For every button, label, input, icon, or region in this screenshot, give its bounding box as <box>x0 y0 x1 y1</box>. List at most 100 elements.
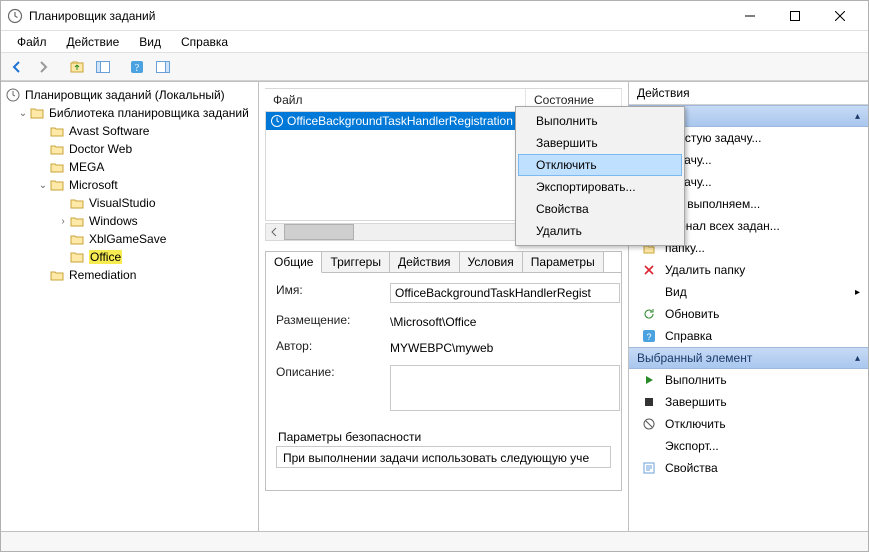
chevron-down-icon[interactable]: ⌄ <box>37 180 49 191</box>
actions-section-selected[interactable]: Выбранный элемент ▴ <box>629 347 868 369</box>
center-pane: Файл Состояние OfficeBackgroundTaskHandl… <box>259 82 629 531</box>
tree-label: Windows <box>89 214 138 228</box>
chevron-up-icon: ▴ <box>855 353 860 364</box>
column-file[interactable]: Файл <box>265 89 526 111</box>
action-properties[interactable]: Свойства <box>629 457 868 479</box>
tree-library[interactable]: ⌄ Библиотека планировщика заданий <box>3 104 256 122</box>
menu-file[interactable]: Файл <box>7 33 57 51</box>
action-run[interactable]: Выполнить <box>629 369 868 391</box>
description-label: Описание: <box>276 365 386 414</box>
tree-pane[interactable]: Планировщик заданий (Локальный) ⌄ Библио… <box>1 82 259 531</box>
context-disable[interactable]: Отключить <box>518 154 682 176</box>
folder-icon <box>69 231 85 247</box>
task-details: Общие Триггеры Действия Условия Параметр… <box>265 251 622 491</box>
tree-item-visualstudio[interactable]: VisualStudio <box>3 194 256 212</box>
details-grid: Имя: Размещение: \Microsoft\Office Автор… <box>266 273 621 424</box>
section-label: Выбранный элемент <box>637 351 855 365</box>
tab-actions[interactable]: Действия <box>390 252 460 272</box>
menu-action[interactable]: Действие <box>57 33 130 51</box>
maximize-button[interactable] <box>772 2 817 30</box>
clock-icon <box>270 114 284 128</box>
folder-icon <box>49 123 65 139</box>
tabs: Общие Триггеры Действия Условия Параметр… <box>266 252 621 273</box>
tree-item-mega[interactable]: MEGA <box>3 158 256 176</box>
tree-label: Avast Software <box>69 124 149 138</box>
folder-open-icon <box>29 105 45 121</box>
action-label: Удалить папку <box>665 263 745 277</box>
help-icon: ? <box>641 328 657 344</box>
delete-icon <box>641 262 657 278</box>
action-view[interactable]: Вид ▸ <box>629 281 868 303</box>
tab-general[interactable]: Общие <box>266 252 322 273</box>
tree-root[interactable]: Планировщик заданий (Локальный) <box>3 86 256 104</box>
statusbar <box>1 531 868 551</box>
action-delete-folder[interactable]: Удалить папку <box>629 259 868 281</box>
action-label: Выполнить <box>665 373 727 387</box>
author-label: Автор: <box>276 339 386 355</box>
window-title: Планировщик заданий <box>29 9 727 23</box>
location-value: \Microsoft\Office <box>390 313 620 329</box>
menubar: Файл Действие Вид Справка <box>1 31 868 53</box>
tree-item-microsoft[interactable]: ⌄ Microsoft <box>3 176 256 194</box>
minimize-button[interactable] <box>727 2 772 30</box>
show-hide-tree-button[interactable] <box>91 56 115 78</box>
folder-icon <box>49 141 65 157</box>
action-end[interactable]: Завершить <box>629 391 868 413</box>
action-export[interactable]: Экспорт... <box>629 435 868 457</box>
description-field[interactable] <box>390 365 620 411</box>
titlebar: Планировщик заданий <box>1 1 868 31</box>
forward-button[interactable] <box>31 56 55 78</box>
context-run[interactable]: Выполнить <box>518 110 682 132</box>
scrollbar-thumb[interactable] <box>284 224 354 240</box>
action-refresh[interactable]: Обновить <box>629 303 868 325</box>
tree-label: XblGameSave <box>89 232 166 246</box>
chevron-right-icon[interactable]: › <box>57 216 69 227</box>
context-delete[interactable]: Удалить <box>518 220 682 242</box>
run-as-text: При выполнении задачи использовать следу… <box>276 446 611 468</box>
close-button[interactable] <box>817 2 862 30</box>
tree-label: VisualStudio <box>89 196 156 210</box>
properties-icon <box>641 460 657 476</box>
action-label: Свойства <box>665 461 718 475</box>
play-icon <box>641 372 657 388</box>
action-help[interactable]: ? Справка <box>629 325 868 347</box>
chevron-down-icon[interactable]: ⌄ <box>17 108 29 119</box>
tree-item-office[interactable]: Office <box>3 248 256 266</box>
app-icon <box>7 8 23 24</box>
tab-conditions[interactable]: Условия <box>460 252 523 272</box>
action-label: Экспорт... <box>665 439 719 453</box>
clock-icon <box>5 87 21 103</box>
menu-help[interactable]: Справка <box>171 33 238 51</box>
tree-label: Планировщик заданий (Локальный) <box>25 88 225 102</box>
show-actions-button[interactable] <box>151 56 175 78</box>
folder-icon <box>49 267 65 283</box>
context-end[interactable]: Завершить <box>518 132 682 154</box>
menu-view[interactable]: Вид <box>129 33 171 51</box>
location-label: Размещение: <box>276 313 386 329</box>
action-label: Отключить <box>665 417 726 431</box>
context-properties[interactable]: Свойства <box>518 198 682 220</box>
chevron-right-icon: ▸ <box>855 287 860 298</box>
task-name: OfficeBackgroundTaskHandlerRegistration <box>287 114 513 128</box>
tree-label: MEGA <box>69 160 104 174</box>
author-value: MYWEBPC\myweb <box>390 339 620 355</box>
tree-item-xblgamesave[interactable]: XblGameSave <box>3 230 256 248</box>
back-button[interactable] <box>5 56 29 78</box>
svg-text:?: ? <box>135 63 140 74</box>
tab-triggers[interactable]: Триггеры <box>322 252 390 272</box>
tab-params[interactable]: Параметры <box>523 252 604 272</box>
name-field[interactable] <box>390 283 620 303</box>
tree-item-windows[interactable]: › Windows <box>3 212 256 230</box>
action-label: Завершить <box>665 395 727 409</box>
tree-item-avast[interactable]: Avast Software <box>3 122 256 140</box>
folder-icon <box>49 159 65 175</box>
toolbar: ? <box>1 53 868 81</box>
folder-open-icon <box>69 249 85 265</box>
tree-item-remediation[interactable]: Remediation <box>3 266 256 284</box>
help-button[interactable]: ? <box>125 56 149 78</box>
up-button[interactable] <box>65 56 89 78</box>
context-export[interactable]: Экспортировать... <box>518 176 682 198</box>
tree-item-doctorweb[interactable]: Doctor Web <box>3 140 256 158</box>
action-label: Вид <box>665 285 687 299</box>
action-disable[interactable]: Отключить <box>629 413 868 435</box>
